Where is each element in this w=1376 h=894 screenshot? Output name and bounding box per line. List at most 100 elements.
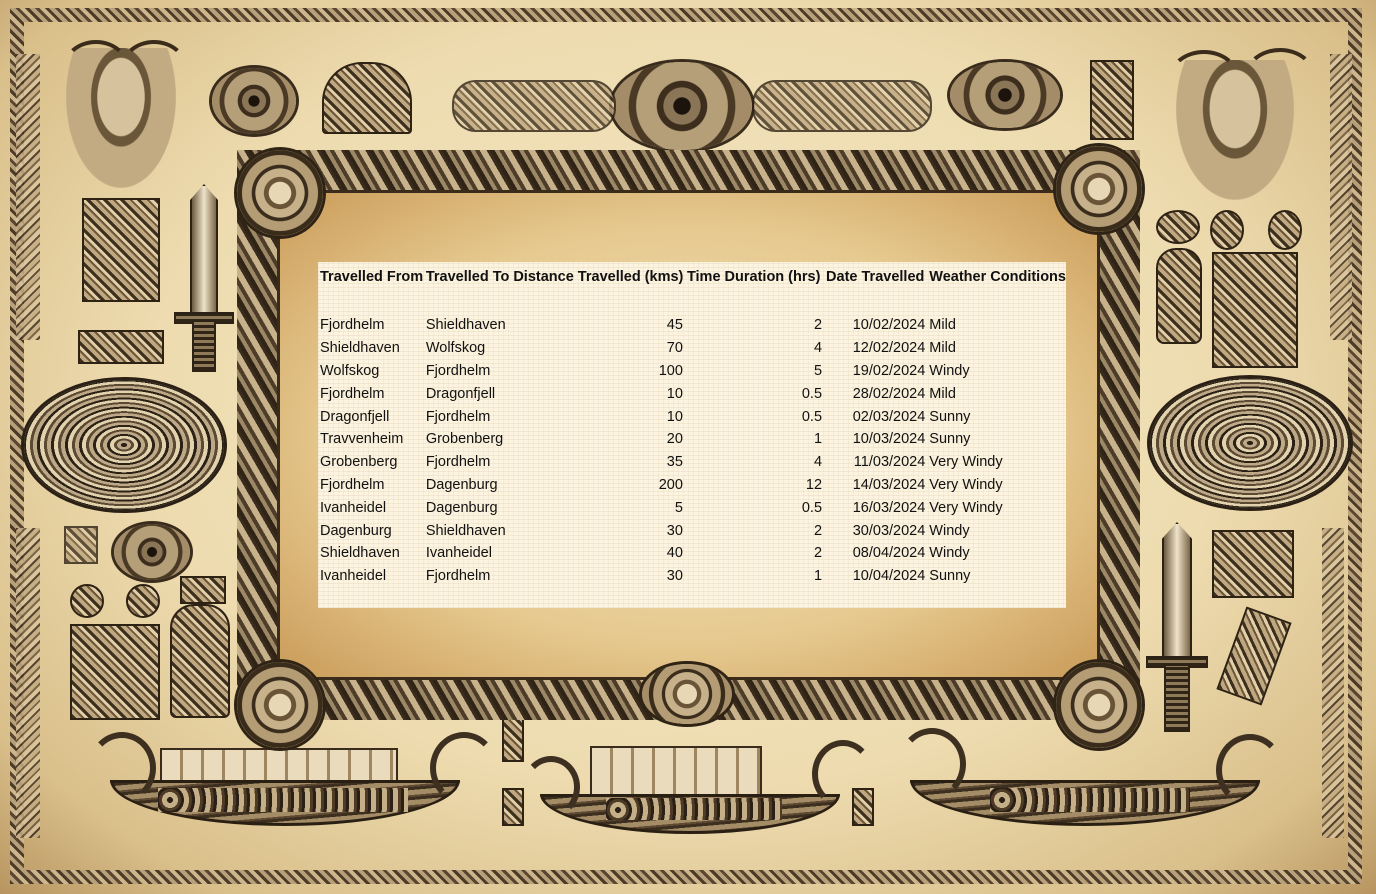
cell-duration[interactable]: 12 [685,474,824,497]
cell-duration[interactable]: 2 [685,519,824,542]
cell-duration[interactable]: 0.5 [685,405,824,428]
cell-distance[interactable]: 30 [511,519,685,542]
cell-distance[interactable]: 35 [511,451,685,474]
header-travelled-from[interactable]: Travelled From [318,262,424,292]
cell-from[interactable]: Grobenberg [318,451,424,474]
cell-weather[interactable]: Mild [927,337,1066,360]
square-knot-icon [1212,530,1294,598]
cell-weather[interactable]: Very Windy [927,496,1066,519]
ship-sail [590,746,762,798]
cell-distance[interactable]: 200 [511,474,685,497]
cell-date[interactable]: 12/02/2024 [824,337,927,360]
cell-weather[interactable]: Windy [927,360,1066,383]
cell-from[interactable]: Ivanheidel [318,496,424,519]
cell-date[interactable]: 10/04/2024 [824,565,927,588]
cell-distance[interactable]: 30 [511,565,685,588]
rune-glyph-icon [502,788,524,826]
cell-to[interactable]: Dagenburg [424,496,512,519]
header-travelled-to[interactable]: Travelled To [424,262,512,292]
cell-weather[interactable]: Sunny [927,428,1066,451]
cell-to[interactable]: Ivanheidel [424,542,512,565]
cell-to[interactable]: Fjordhelm [424,451,512,474]
cell-date[interactable]: 19/02/2024 [824,360,927,383]
cell-from[interactable]: Dragonfjell [318,405,424,428]
knot-glyph-icon [1156,210,1200,244]
cell-duration[interactable]: 2 [685,314,824,337]
cell-duration[interactable]: 4 [685,337,824,360]
cell-to[interactable]: Fjordhelm [424,565,512,588]
cell-distance[interactable]: 40 [511,542,685,565]
cell-to[interactable]: Fjordhelm [424,360,512,383]
cell-to[interactable]: Wolfskog [424,337,512,360]
cell-weather[interactable]: Very Windy [927,451,1066,474]
cell-date[interactable]: 02/03/2024 [824,405,927,428]
round-shield-icon [950,62,1060,128]
sword-grip [1164,664,1190,732]
cell-distance[interactable]: 10 [511,382,685,405]
cell-to[interactable]: Dragonfjell [424,382,512,405]
cell-date[interactable]: 30/03/2024 [824,519,927,542]
hammer-icon [1090,60,1134,140]
cell-from[interactable]: Wolfskog [318,360,424,383]
blank-row [318,292,1066,314]
cell-date[interactable]: 28/02/2024 [824,382,927,405]
header-distance[interactable]: Distance Travelled (kms) [511,262,685,292]
header-date[interactable]: Date Travelled [824,262,927,292]
cell-date[interactable]: 14/03/2024 [824,474,927,497]
cell-from[interactable]: Ivanheidel [318,565,424,588]
cell-weather[interactable]: Mild [927,382,1066,405]
celtic-knot-icon [24,380,224,510]
cell-date[interactable]: 10/03/2024 [824,428,927,451]
cell-duration[interactable]: 4 [685,451,824,474]
cell-distance[interactable]: 20 [511,428,685,451]
frame-corner-knot [237,662,323,748]
cell-weather[interactable]: Sunny [927,405,1066,428]
spreadsheet-canvas: Travelled From Travelled To Distance Tra… [0,0,1376,894]
ship-shield-row [606,798,782,820]
cell-from[interactable]: Shieldhaven [318,542,424,565]
cell-weather[interactable]: Mild [927,314,1066,337]
amulet-icon [1156,248,1202,344]
cell-distance[interactable]: 10 [511,405,685,428]
right-upper-border-strip [1330,54,1352,340]
cell-weather[interactable]: Very Windy [927,474,1066,497]
cell-distance[interactable]: 100 [511,360,685,383]
frame-corner-knot [1056,146,1142,232]
cell-to[interactable]: Shieldhaven [424,519,512,542]
cell-weather[interactable]: Windy [927,542,1066,565]
horn-icon [1210,210,1244,250]
cell-date[interactable]: 16/03/2024 [824,496,927,519]
cell-date[interactable]: 11/03/2024 [824,451,927,474]
cell-from[interactable]: Shieldhaven [318,337,424,360]
cell-duration[interactable]: 2 [685,542,824,565]
cell-distance[interactable]: 70 [511,337,685,360]
cell-duration[interactable]: 0.5 [685,382,824,405]
cell-weather[interactable]: Sunny [927,565,1066,588]
header-duration[interactable]: Time Duration (hrs) [685,262,824,292]
cell-distance[interactable]: 5 [511,496,685,519]
cell-to[interactable]: Dagenburg [424,474,512,497]
table-row: Wolfskog Fjordhelm 100 5 19/02/2024 Windy [318,360,1066,383]
cell-to[interactable]: Fjordhelm [424,405,512,428]
cell-to[interactable]: Shieldhaven [424,314,512,337]
travel-log-table: Travelled From Travelled To Distance Tra… [318,262,1066,588]
cell-from[interactable]: Fjordhelm [318,474,424,497]
cell-duration[interactable]: 5 [685,360,824,383]
cell-duration[interactable]: 1 [685,565,824,588]
cell-date[interactable]: 10/02/2024 [824,314,927,337]
cell-from[interactable]: Fjordhelm [318,314,424,337]
cell-from[interactable]: Fjordhelm [318,382,424,405]
antler-icon [1168,50,1240,108]
header-weather[interactable]: Weather Conditions [927,262,1066,292]
cell-from[interactable]: Travvenheim [318,428,424,451]
cell-from[interactable]: Dagenburg [318,519,424,542]
cell-to[interactable]: Grobenberg [424,428,512,451]
table-row: Ivanheidel Dagenburg 5 0.5 16/03/2024 Very Wi… [318,496,1066,519]
cell-distance[interactable]: 45 [511,314,685,337]
cell-duration[interactable]: 1 [685,428,824,451]
table-row: Fjordhelm Shieldhaven 45 2 10/02/2024 Mild [318,314,1066,337]
cell-weather[interactable]: Windy [927,519,1066,542]
cell-duration[interactable]: 0.5 [685,496,824,519]
table-row: Dagenburg Shieldhaven 30 2 30/03/2024 Windy [318,519,1066,542]
cell-date[interactable]: 08/04/2024 [824,542,927,565]
